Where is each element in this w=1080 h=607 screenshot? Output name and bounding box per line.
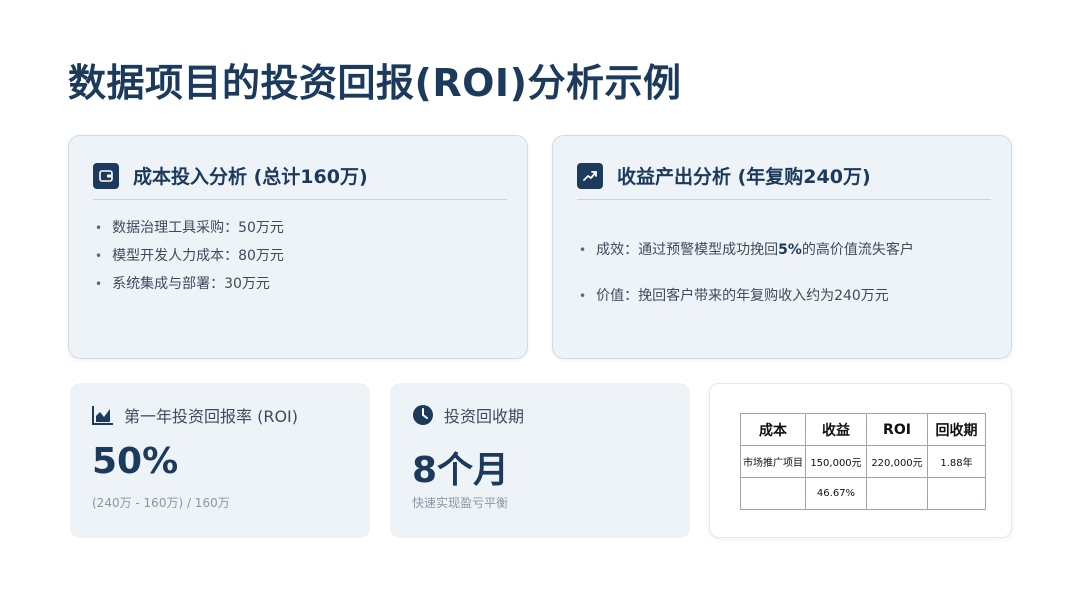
revenue-card-header: 收益产出分析 (年复购240万) (577, 162, 991, 200)
trending-up-icon (577, 162, 603, 189)
payback-stat-note: 快速实现盈亏平衡 (412, 496, 509, 510)
roi-stat-note: (240万 - 160万) / 160万 (92, 496, 230, 510)
table-cell: 46.67% (805, 477, 867, 510)
list-item: 成效：通过预警模型成功挽回5%的高价值流失客户 (579, 227, 914, 273)
table-header-row: 成本 收益 ROI 回收期 (740, 413, 986, 446)
list-item: 模型开发人力成本：80万元 (95, 242, 284, 270)
table-header-cell: 成本 (740, 413, 806, 446)
clock-icon (413, 405, 433, 425)
table-cell: 1.88年 (927, 445, 986, 478)
revenue-analysis-card: 收益产出分析 (年复购240万) 成效：通过预警模型成功挽回5%的高价值流失客户… (552, 135, 1012, 359)
page-title: 数据项目的投资回报(ROI)分析示例 (68, 61, 682, 105)
roi-stat-value: 50% (92, 441, 179, 482)
revenue-item1-highlight: 5% (778, 242, 802, 258)
wallet-icon (93, 162, 119, 189)
table-cell: 150,000元 (805, 445, 867, 478)
cost-items-list: 数据治理工具采购：50万元 模型开发人力成本：80万元 系统集成与部署：30万元 (95, 214, 284, 298)
cost-analysis-card: 成本投入分析 (总计160万) 数据治理工具采购：50万元 模型开发人力成本：8… (68, 135, 528, 359)
table-cell (740, 477, 806, 510)
table-row: 市场推广项目 150,000元 220,000元 1.88年 (740, 445, 986, 478)
list-item: 系统集成与部署：30万元 (95, 270, 284, 298)
roi-stat-header: 第一年投资回报率 (ROI) (92, 403, 298, 427)
table-cell (866, 477, 928, 510)
revenue-card-title: 收益产出分析 (年复购240万) (617, 166, 871, 188)
payback-stat-header: 投资回收期 (412, 403, 524, 427)
table-cell: 市场推广项目 (740, 445, 806, 478)
cost-card-title: 成本投入分析 (总计160万) (133, 166, 368, 188)
table-header-cell: 收益 (805, 413, 867, 446)
payback-stat-label: 投资回收期 (444, 407, 525, 426)
table-cell: 220,000元 (866, 445, 928, 478)
list-item: 价值：挽回客户带来的年复购收入约为240万元 (579, 273, 914, 319)
cost-card-header: 成本投入分析 (总计160万) (93, 162, 507, 200)
table-row: 46.67% (740, 477, 986, 510)
revenue-items-list: 成效：通过预警模型成功挽回5%的高价值流失客户 价值：挽回客户带来的年复购收入约… (579, 227, 914, 319)
table-header-cell: 回收期 (927, 413, 986, 446)
roi-stat-label: 第一年投资回报率 (ROI) (124, 407, 299, 426)
bar-chart-icon (92, 406, 113, 425)
payback-stat-card: 投资回收期 8个月 快速实现盈亏平衡 (390, 383, 690, 538)
roi-stat-card: 第一年投资回报率 (ROI) 50% (240万 - 160万) / 160万 (70, 383, 370, 538)
table-header-cell: ROI (866, 413, 928, 446)
list-item: 数据治理工具采购：50万元 (95, 214, 284, 242)
roi-table: 成本 收益 ROI 回收期 市场推广项目 150,000元 220,000元 1… (740, 413, 986, 510)
payback-stat-value: 8个月 (412, 450, 510, 491)
revenue-item1-prefix: 成效：通过预警模型成功挽回 (596, 242, 779, 258)
revenue-item1-suffix: 的高价值流失客户 (801, 242, 914, 258)
table-cell (927, 477, 986, 510)
roi-table-card: 成本 收益 ROI 回收期 市场推广项目 150,000元 220,000元 1… (709, 383, 1012, 538)
